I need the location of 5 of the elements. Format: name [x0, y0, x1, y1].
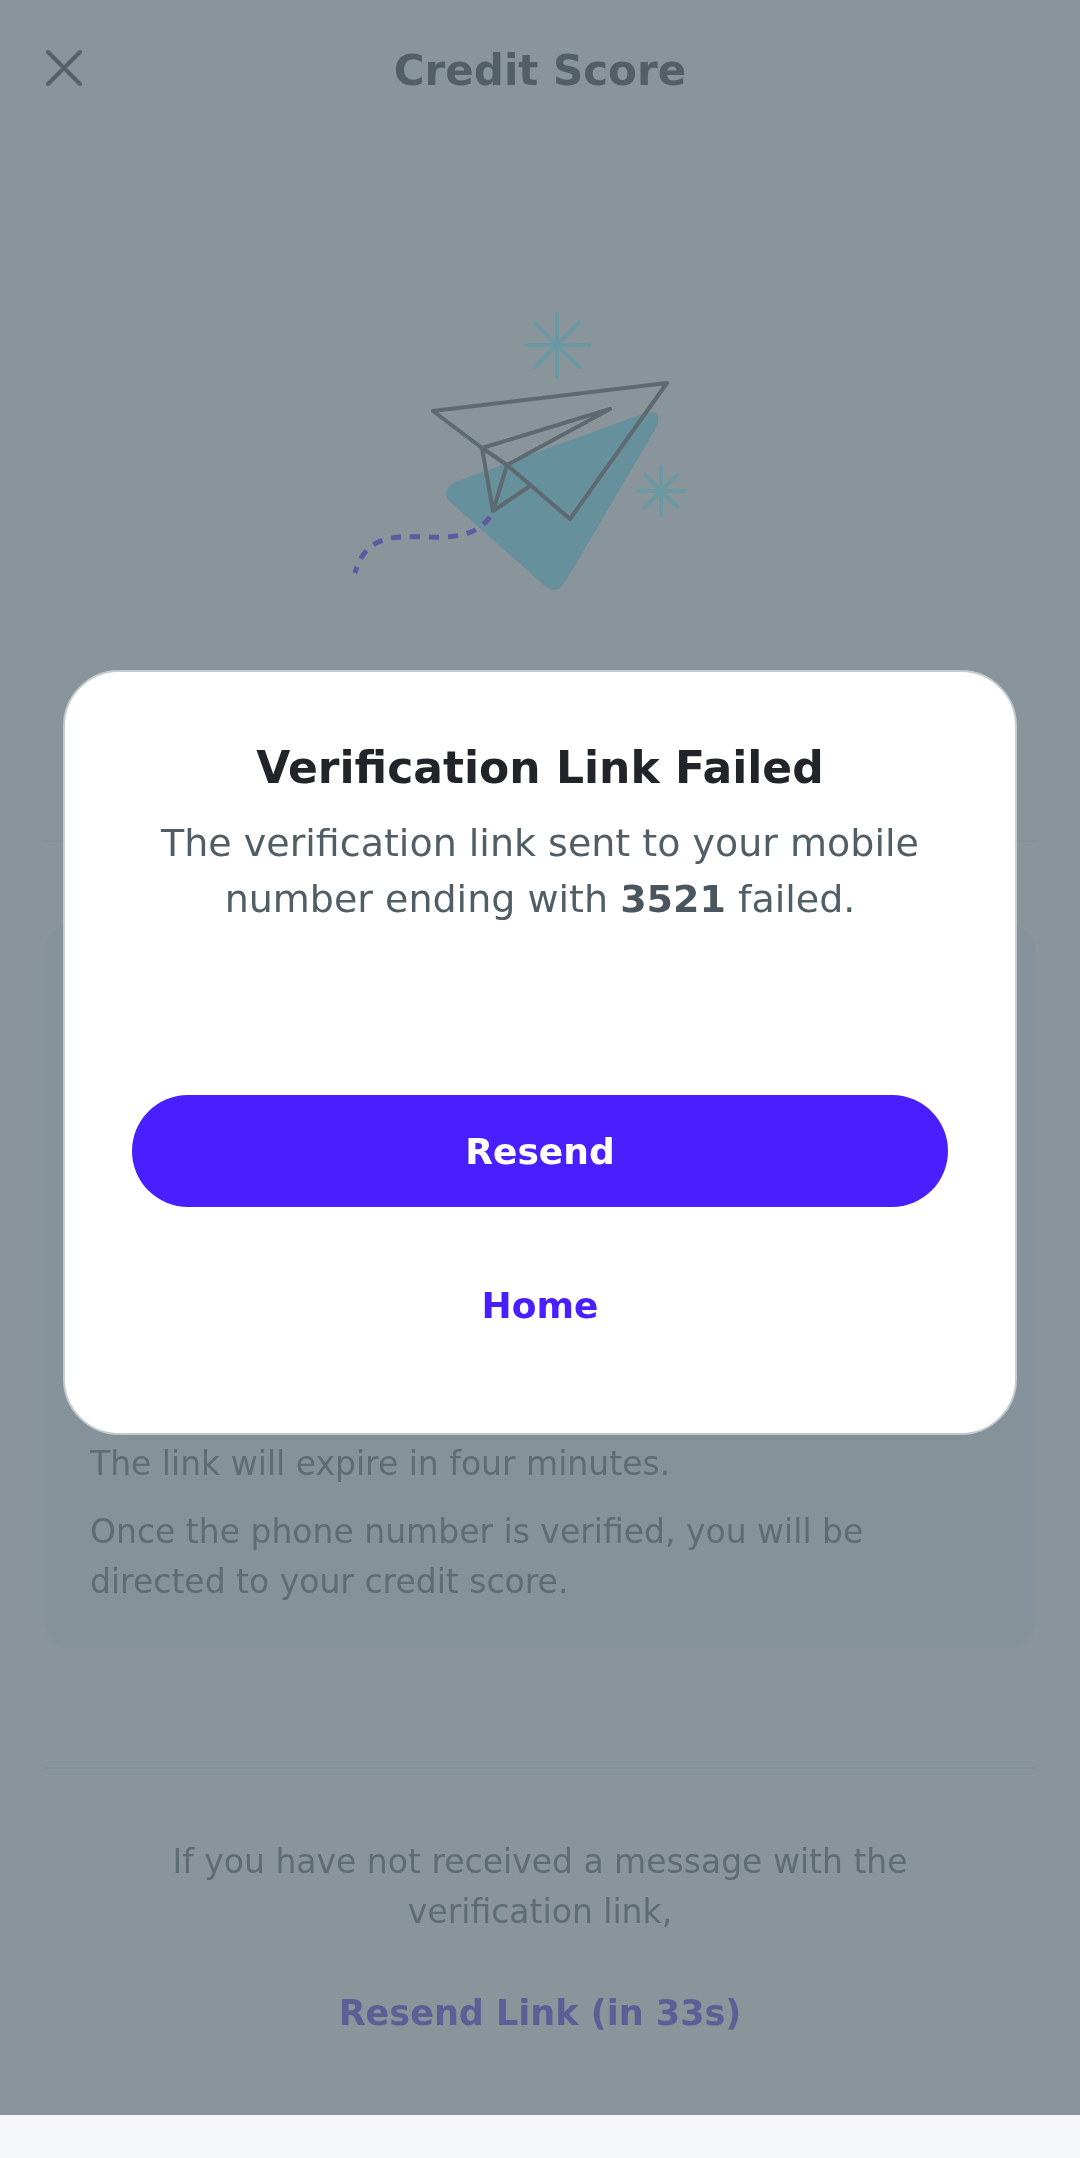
resend-button[interactable]: Resend	[132, 1095, 948, 1207]
home-button[interactable]: Home	[461, 1275, 619, 1336]
close-icon[interactable]	[46, 50, 82, 86]
dialog-title: Verification Link Failed	[256, 742, 824, 793]
dialog-message: The verification link sent to your mobile number ending with 3521 failed.	[160, 820, 920, 923]
